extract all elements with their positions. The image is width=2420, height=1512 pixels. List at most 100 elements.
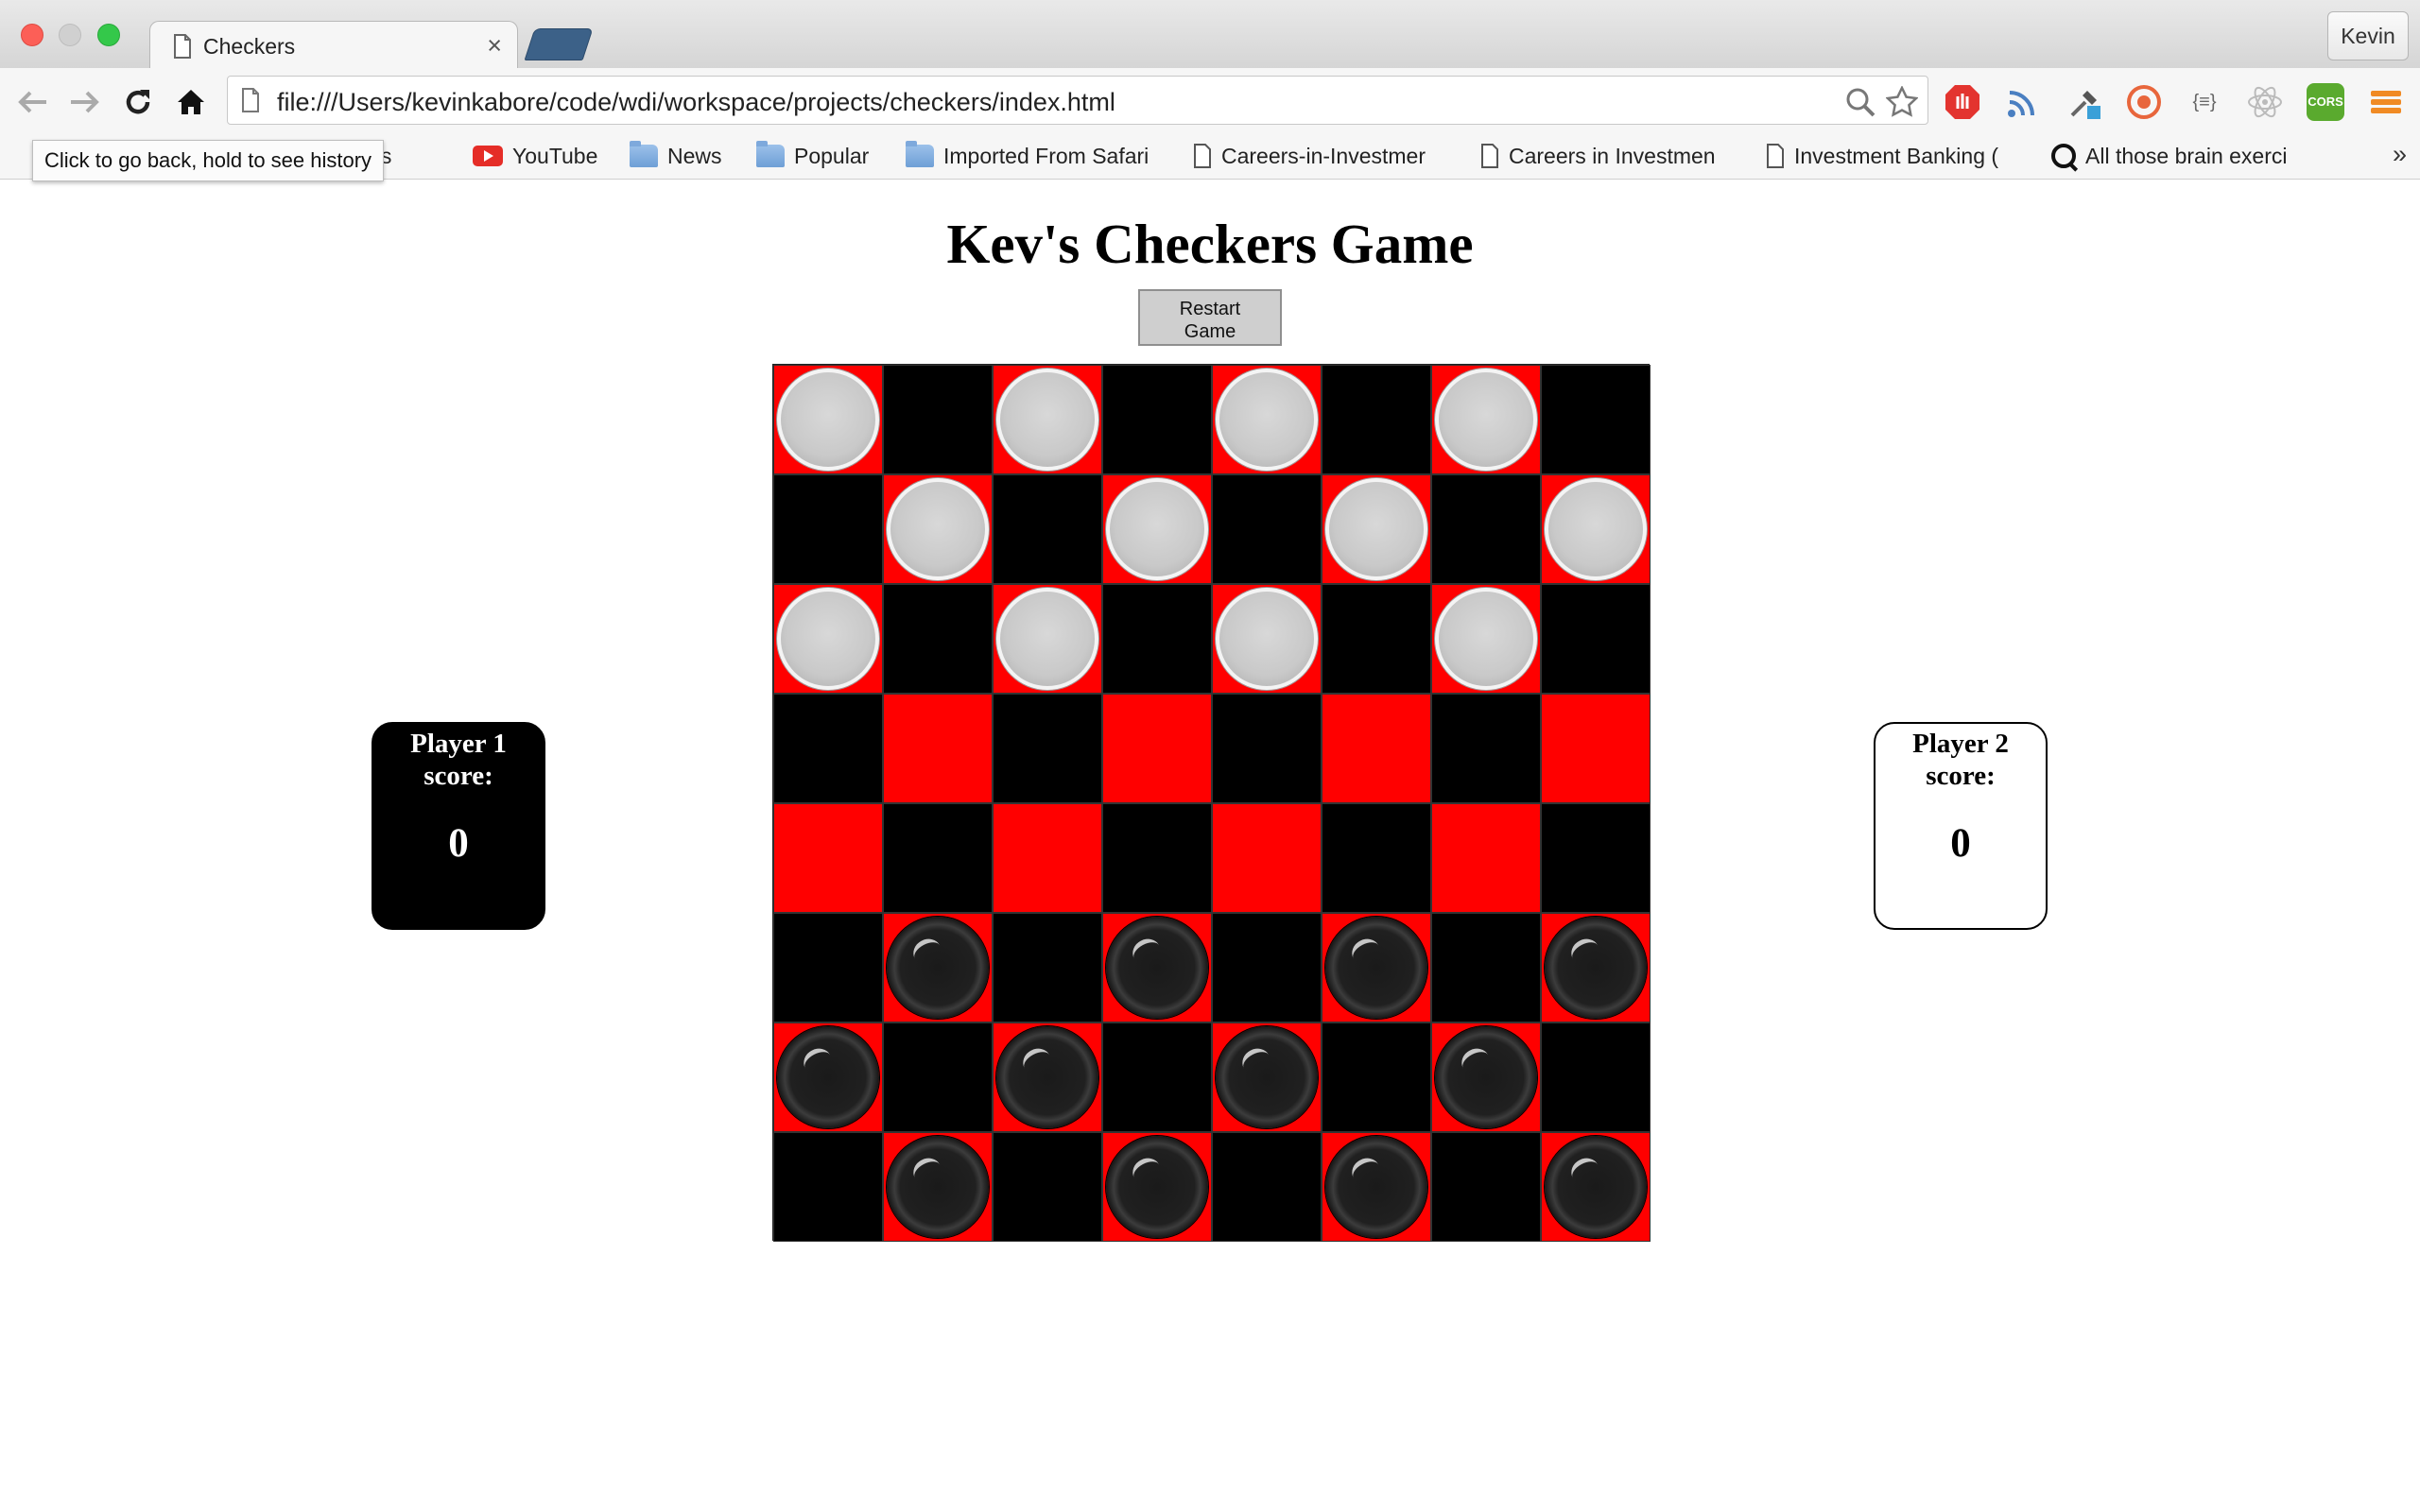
board-square-7-5[interactable] — [1322, 1132, 1431, 1242]
minimize-window-button[interactable] — [59, 24, 81, 46]
board-square-5-3[interactable] — [1102, 913, 1212, 1022]
light-checker-piece[interactable] — [777, 369, 879, 471]
board-square-4-6[interactable] — [1431, 803, 1541, 913]
dark-checker-piece[interactable] — [1325, 917, 1427, 1019]
board-square-3-3[interactable] — [1102, 694, 1212, 803]
bookmark-investment-banking[interactable]: Investment Banking ( — [1766, 142, 1998, 170]
light-checker-piece[interactable] — [777, 588, 879, 690]
light-checker-piece[interactable] — [1435, 369, 1537, 471]
board-square-4-4[interactable] — [1212, 803, 1322, 913]
new-tab-button[interactable] — [524, 28, 594, 60]
bookmark-folder-news[interactable]: News — [630, 141, 722, 170]
stack-menu-icon[interactable] — [2367, 83, 2405, 121]
board-square-3-7[interactable] — [1541, 694, 1651, 803]
board-square-5-5[interactable] — [1322, 913, 1431, 1022]
board-square-2-3[interactable] — [1102, 584, 1212, 694]
board-square-7-0[interactable] — [773, 1132, 883, 1242]
board-square-7-1[interactable] — [883, 1132, 993, 1242]
board-square-1-4[interactable] — [1212, 474, 1322, 584]
close-window-button[interactable] — [21, 24, 43, 46]
board-square-3-4[interactable] — [1212, 694, 1322, 803]
board-square-7-4[interactable] — [1212, 1132, 1322, 1242]
eyedropper-icon[interactable] — [2066, 83, 2104, 121]
board-square-5-6[interactable] — [1431, 913, 1541, 1022]
board-square-0-0[interactable] — [773, 365, 883, 474]
board-square-7-6[interactable] — [1431, 1132, 1541, 1242]
board-square-0-7[interactable] — [1541, 365, 1651, 474]
board-square-7-2[interactable] — [993, 1132, 1102, 1242]
board-square-6-0[interactable] — [773, 1022, 883, 1132]
board-square-6-5[interactable] — [1322, 1022, 1431, 1132]
dark-checker-piece[interactable] — [1325, 1136, 1427, 1238]
board-square-1-0[interactable] — [773, 474, 883, 584]
cors-extension-icon[interactable]: CORS — [2307, 83, 2344, 121]
board-square-6-1[interactable] — [883, 1022, 993, 1132]
json-formatter-icon[interactable]: {≡} — [2186, 83, 2223, 121]
board-square-5-1[interactable] — [883, 913, 993, 1022]
bookmark-folder-imported[interactable]: Imported From Safari — [906, 141, 1149, 170]
dark-checker-piece[interactable] — [1545, 1136, 1647, 1238]
address-bar[interactable]: file:///Users/kevinkabore/code/wdi/works… — [227, 76, 1928, 125]
board-square-6-2[interactable] — [993, 1022, 1102, 1132]
target-icon[interactable] — [2125, 83, 2163, 121]
board-square-2-7[interactable] — [1541, 584, 1651, 694]
dark-checker-piece[interactable] — [1545, 917, 1647, 1019]
close-tab-icon[interactable]: × — [487, 31, 502, 60]
board-square-6-4[interactable] — [1212, 1022, 1322, 1132]
board-square-2-6[interactable] — [1431, 584, 1541, 694]
board-square-4-0[interactable] — [773, 803, 883, 913]
light-checker-piece[interactable] — [1435, 588, 1537, 690]
board-square-0-3[interactable] — [1102, 365, 1212, 474]
rss-feed-icon[interactable] — [2004, 83, 2042, 121]
board-square-0-1[interactable] — [883, 365, 993, 474]
board-square-4-5[interactable] — [1322, 803, 1431, 913]
bookmark-youtube[interactable]: YouTube — [473, 142, 597, 170]
reload-icon[interactable] — [119, 83, 157, 121]
board-square-5-7[interactable] — [1541, 913, 1651, 1022]
board-square-2-5[interactable] — [1322, 584, 1431, 694]
bookmark-careers-2[interactable]: Careers in Investmen — [1480, 142, 1716, 170]
bookmark-careers-1[interactable]: Careers-in-Investmer — [1193, 142, 1426, 170]
board-square-3-5[interactable] — [1322, 694, 1431, 803]
dark-checker-piece[interactable] — [887, 1136, 989, 1238]
back-arrow-icon[interactable] — [13, 83, 51, 121]
more-bookmarks-chevron-icon[interactable]: » — [2393, 140, 2407, 169]
board-square-5-0[interactable] — [773, 913, 883, 1022]
board-square-6-7[interactable] — [1541, 1022, 1651, 1132]
bookmark-folder-popular[interactable]: Popular — [756, 141, 869, 170]
board-square-3-0[interactable] — [773, 694, 883, 803]
light-checker-piece[interactable] — [1216, 588, 1318, 690]
board-square-2-2[interactable] — [993, 584, 1102, 694]
board-square-1-2[interactable] — [993, 474, 1102, 584]
board-square-0-5[interactable] — [1322, 365, 1431, 474]
board-square-5-4[interactable] — [1212, 913, 1322, 1022]
board-square-0-2[interactable] — [993, 365, 1102, 474]
board-square-7-3[interactable] — [1102, 1132, 1212, 1242]
dark-checker-piece[interactable] — [1106, 1136, 1208, 1238]
maximize-window-button[interactable] — [97, 24, 120, 46]
dark-checker-piece[interactable] — [1435, 1026, 1537, 1128]
board-square-1-5[interactable] — [1322, 474, 1431, 584]
dark-checker-piece[interactable] — [887, 917, 989, 1019]
board-square-4-3[interactable] — [1102, 803, 1212, 913]
bookmark-brain-exercises[interactable]: All those brain exerci — [2051, 142, 2288, 170]
profile-button[interactable]: Kevin — [2327, 11, 2409, 60]
dark-checker-piece[interactable] — [996, 1026, 1098, 1128]
board-square-1-3[interactable] — [1102, 474, 1212, 584]
home-icon[interactable] — [172, 83, 210, 121]
board-square-7-7[interactable] — [1541, 1132, 1651, 1242]
board-square-2-0[interactable] — [773, 584, 883, 694]
light-checker-piece[interactable] — [1216, 369, 1318, 471]
board-square-1-1[interactable] — [883, 474, 993, 584]
light-checker-piece[interactable] — [1545, 478, 1647, 580]
board-square-5-2[interactable] — [993, 913, 1102, 1022]
board-square-3-6[interactable] — [1431, 694, 1541, 803]
board-square-6-6[interactable] — [1431, 1022, 1541, 1132]
tab-checkers[interactable]: Checkers × — [149, 21, 518, 70]
light-checker-piece[interactable] — [887, 478, 989, 580]
board-square-0-4[interactable] — [1212, 365, 1322, 474]
board-square-4-7[interactable] — [1541, 803, 1651, 913]
board-square-4-1[interactable] — [883, 803, 993, 913]
adblock-icon[interactable] — [1944, 83, 1981, 121]
restart-game-button[interactable]: Restart Game — [1138, 289, 1282, 346]
